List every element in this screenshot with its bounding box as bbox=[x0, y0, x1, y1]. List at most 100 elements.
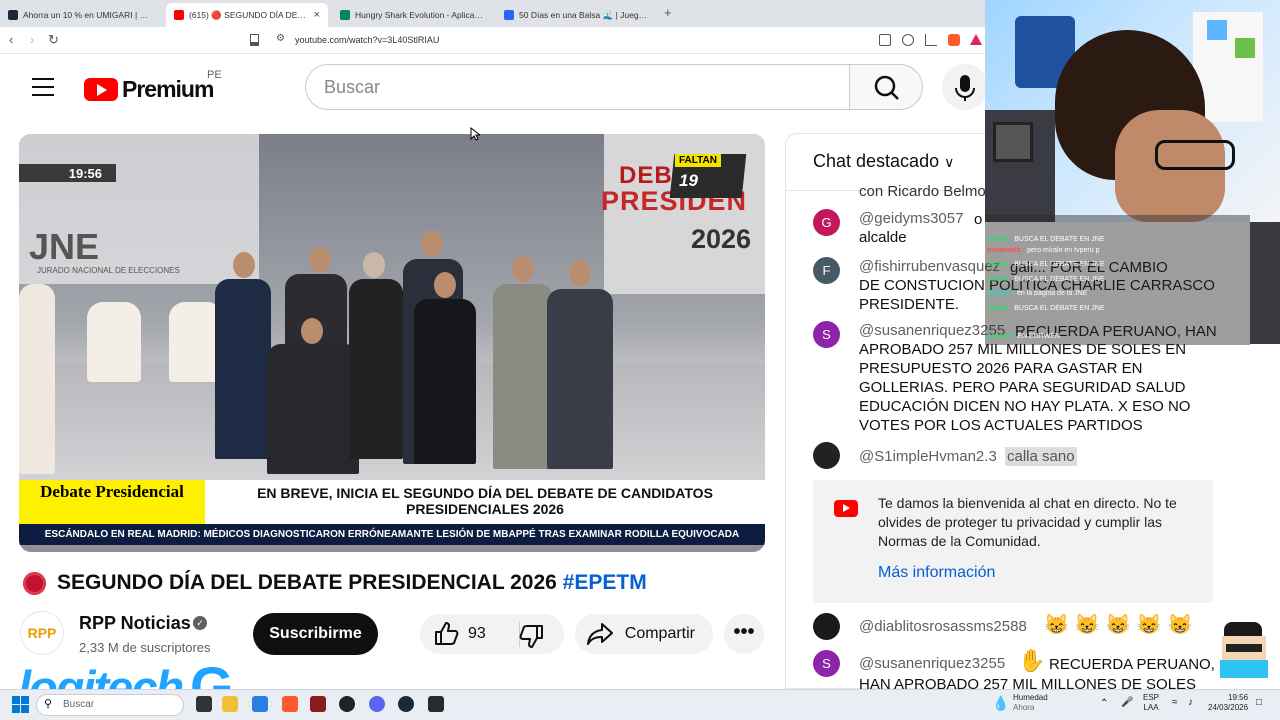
chat-avatar[interactable]: S bbox=[813, 321, 840, 348]
glasses-icon bbox=[1155, 140, 1235, 170]
countdown-value: 19 bbox=[679, 171, 698, 190]
youtube-play-icon bbox=[84, 78, 118, 101]
jne-logo-text: JNE bbox=[29, 226, 100, 267]
person-head bbox=[569, 260, 591, 286]
subscribe-button[interactable]: Suscribirme bbox=[253, 613, 378, 655]
cat-emote-icons: 😸😸😸😸😸 bbox=[1044, 614, 1199, 636]
obs-vertical-icon[interactable] bbox=[310, 696, 326, 712]
country-code: PE bbox=[207, 69, 222, 81]
person-head bbox=[363, 252, 385, 278]
live-dot-icon bbox=[23, 572, 46, 595]
browser-tab-hungry-shark[interactable]: Hungry Shark Evolution - Aplicaciones bbox=[332, 3, 494, 27]
taskbar-search[interactable]: Buscar bbox=[36, 694, 184, 716]
like-count: 93 bbox=[468, 625, 486, 642]
language-indicator[interactable]: ESP LAA bbox=[1143, 693, 1159, 713]
search-input[interactable]: Buscar bbox=[305, 64, 849, 110]
chat-username[interactable]: @fishirrubenvasquez bbox=[859, 258, 1000, 275]
browser-tab-poki[interactable]: 50 Días en una Balsa 🌊 | Juega en Poki bbox=[496, 3, 658, 27]
chat-username[interactable]: @susanenriquez3255 bbox=[859, 655, 1005, 672]
chevron-down-icon: ∨ bbox=[944, 154, 955, 170]
person-head bbox=[421, 230, 443, 256]
youtube-icon bbox=[174, 10, 184, 20]
chat-message-partial: con Ricardo Belmont bbox=[859, 183, 999, 200]
discord-icon[interactable] bbox=[369, 696, 385, 712]
chat-username[interactable]: @geidyms3057 bbox=[859, 210, 963, 227]
person-figure bbox=[349, 279, 403, 459]
chevron-up-icon[interactable]: ⌃ bbox=[1100, 698, 1108, 709]
menu-icon[interactable] bbox=[32, 78, 54, 102]
chat-username[interactable]: @susanenriquez3255 bbox=[859, 322, 1005, 339]
pixel-toy bbox=[1235, 38, 1255, 58]
volume-icon[interactable]: ♪ bbox=[1188, 697, 1193, 708]
video-title-text: SEGUNDO DÍA DEL DEBATE PRESIDENCIAL 2026 bbox=[57, 571, 557, 594]
forward-icon[interactable]: › bbox=[30, 32, 34, 47]
share-arrow-icon bbox=[587, 623, 613, 645]
chat-avatar[interactable]: S bbox=[813, 650, 840, 677]
chat-avatar[interactable] bbox=[813, 613, 840, 640]
subscriber-count: 2,33 M de suscriptores bbox=[79, 640, 211, 655]
browser-tab-umigari[interactable]: Ahorra un 10 % en UMIGARI | ウミガリ bbox=[0, 3, 162, 27]
video-title: SEGUNDO DÍA DEL DEBATE PRESIDENCIAL 2026… bbox=[57, 571, 647, 595]
system-clock[interactable]: 19:56 24/03/2026 bbox=[1208, 693, 1248, 713]
voice-search-button[interactable] bbox=[942, 64, 988, 110]
brave-shield-icon[interactable] bbox=[948, 34, 960, 46]
microphone-icon[interactable]: 🎤 bbox=[1121, 697, 1133, 708]
channel-avatar[interactable]: RPP bbox=[20, 611, 64, 655]
chat-mode-selector[interactable]: Chat destacado ∨ bbox=[813, 151, 954, 172]
jne-subtitle: JURADO NACIONAL DE ELECCIONES bbox=[37, 266, 180, 275]
more-info-link[interactable]: Más información bbox=[878, 564, 995, 582]
verified-badge-icon: ✓ bbox=[193, 616, 207, 630]
stage-chair bbox=[87, 302, 141, 382]
chat-username[interactable]: @S1impleHvman2.3 bbox=[859, 448, 997, 465]
wifi-icon[interactable]: ≈ bbox=[1172, 697, 1178, 708]
chat-message-lead: o bbox=[974, 211, 983, 228]
like-icon[interactable] bbox=[432, 620, 460, 648]
more-actions-button[interactable]: ••• bbox=[724, 614, 764, 654]
task-view-icon[interactable] bbox=[196, 696, 212, 712]
browser-tab-debate[interactable]: (615) 🔴 SEGUNDO DÍA DEL DEBATE × bbox=[166, 3, 328, 27]
chat-welcome-text: Te damos la bienvenida al chat en direct… bbox=[878, 495, 1177, 549]
chat-avatar[interactable]: G bbox=[813, 209, 840, 236]
windows-start-icon[interactable] bbox=[12, 696, 29, 713]
person-figure bbox=[215, 279, 271, 459]
countdown-label: FALTAN bbox=[675, 154, 721, 167]
search-button[interactable] bbox=[849, 64, 923, 110]
site-info-icon[interactable]: ⚙ bbox=[276, 33, 288, 45]
stream-chat-overlay: latitud : BUSCA EL DEBATE EN JNE misterm… bbox=[985, 215, 1250, 345]
file-explorer-icon[interactable] bbox=[222, 696, 238, 712]
microphone-icon bbox=[955, 75, 975, 101]
person-head bbox=[512, 256, 534, 282]
brave-icon[interactable] bbox=[282, 696, 298, 712]
video-hashtag[interactable]: #EPETM bbox=[563, 571, 647, 594]
notification-icon[interactable]: □ bbox=[1256, 697, 1262, 708]
video-player[interactable]: JNE JURADO NACIONAL DE ELECCIONES 19:56 … bbox=[19, 134, 765, 552]
chat-message-text: alcalde bbox=[859, 229, 907, 246]
store-icon[interactable] bbox=[252, 696, 268, 712]
chat-username[interactable]: @diablitosrosassms2588 bbox=[859, 618, 1027, 635]
waving-hand-icon: ✋ bbox=[1018, 648, 1046, 673]
weather-widget[interactable]: Humedad Ahora bbox=[1013, 693, 1048, 713]
reload-icon[interactable]: ↻ bbox=[48, 32, 59, 48]
person-head bbox=[233, 252, 255, 278]
humidity-icon: 💧 bbox=[992, 695, 1010, 711]
dislike-icon[interactable] bbox=[518, 622, 546, 650]
cast-icon[interactable] bbox=[879, 34, 891, 46]
channel-name[interactable]: RPP Noticias bbox=[79, 613, 191, 634]
epic-games-icon[interactable] bbox=[428, 696, 444, 712]
obs-icon[interactable] bbox=[339, 696, 355, 712]
steam-icon[interactable] bbox=[398, 696, 414, 712]
chat-avatar[interactable]: F bbox=[813, 257, 840, 284]
chat-message-text: HAN APROBADO 257 MIL MILLONES DE SOLES E… bbox=[859, 676, 1197, 689]
share-icon[interactable] bbox=[925, 34, 937, 46]
new-tab-button[interactable]: + bbox=[664, 5, 672, 20]
chat-avatar[interactable] bbox=[813, 442, 840, 469]
close-tab-icon[interactable]: × bbox=[314, 9, 320, 21]
back-icon[interactable]: ‹ bbox=[9, 32, 13, 47]
mouse-cursor-icon bbox=[470, 127, 480, 141]
chat-message-lead: RECUERDA PERUANO, bbox=[1049, 656, 1215, 673]
address-bar[interactable]: youtube.com/watch?v=3L40StlRIAU bbox=[295, 35, 439, 45]
brave-rewards-icon[interactable] bbox=[970, 34, 982, 45]
zoom-icon[interactable] bbox=[902, 34, 914, 46]
youtube-premium-logo[interactable]: Premium bbox=[84, 76, 214, 103]
bookmark-icon[interactable] bbox=[250, 34, 259, 46]
